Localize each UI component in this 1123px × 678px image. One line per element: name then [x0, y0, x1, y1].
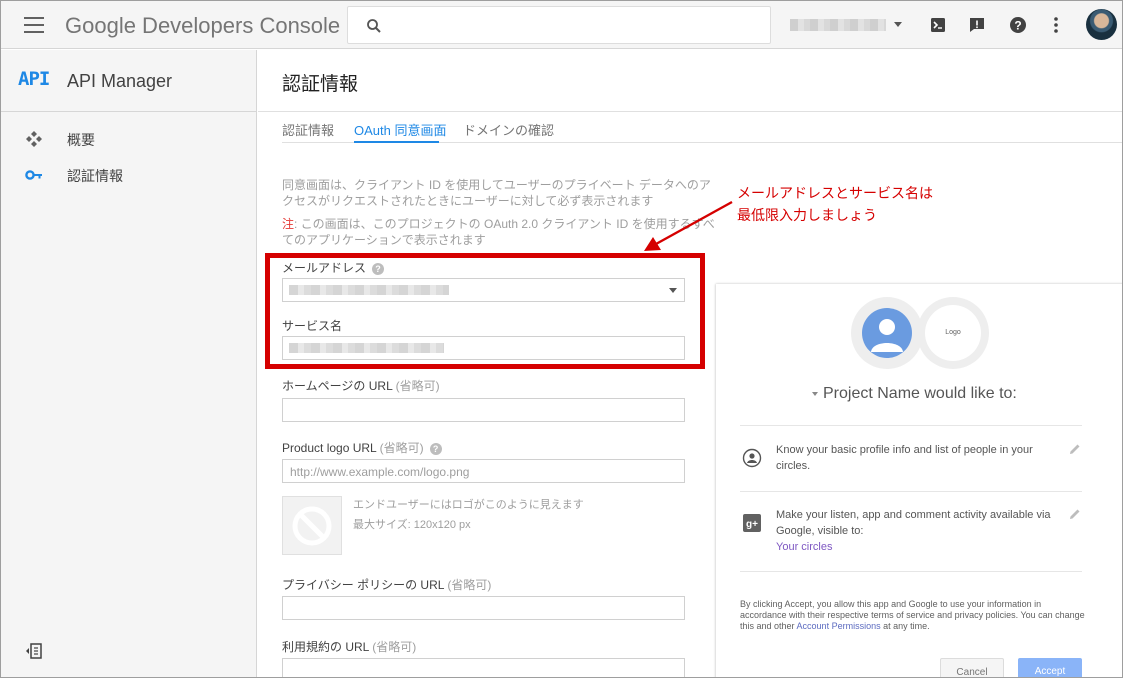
edit-icon[interactable]	[1068, 507, 1082, 521]
permission-text: Make your listen, app and comment activi…	[776, 507, 1056, 555]
consent-title: Project Name would like to:	[812, 385, 1017, 403]
app-window: Google Developers Console ? API API Mana…	[0, 0, 1123, 678]
user-avatar-circle	[851, 297, 923, 369]
your-circles-link[interactable]: Your circles	[776, 541, 832, 553]
app-logo-circle: Logo	[917, 297, 989, 369]
account-permissions-link[interactable]: Account Permissions	[797, 621, 881, 631]
svg-text:g+: g+	[746, 519, 758, 530]
divider	[740, 571, 1082, 572]
annotation-callout: メールアドレスとサービス名は 最低限入力しましょう	[737, 182, 933, 226]
consent-title-text: Project Name would like to:	[823, 385, 1017, 402]
callout-line: メールアドレスとサービス名は	[737, 185, 933, 201]
cancel-button[interactable]: Cancel	[940, 658, 1004, 677]
google-plus-icon: g+	[743, 514, 761, 532]
profile-icon	[742, 448, 762, 468]
accept-button[interactable]: Accept	[1018, 658, 1082, 677]
disclaimer-text-end: at any time.	[880, 621, 930, 631]
consent-disclaimer: By clicking Accept, you allow this app a…	[740, 599, 1088, 632]
edit-icon[interactable]	[1068, 442, 1082, 456]
permission-text: Know your basic profile info and list of…	[776, 444, 1033, 472]
divider	[740, 491, 1082, 492]
divider	[740, 425, 1082, 426]
logo-placeholder-text: Logo	[925, 305, 981, 361]
callout-line: 最低限入力しましょう	[737, 207, 877, 223]
permission-text-body: Make your listen, app and comment activi…	[776, 509, 1051, 537]
chevron-down-icon	[812, 391, 818, 396]
user-icon	[871, 319, 903, 352]
consent-preview-card: Logo Project Name would like to: Know yo…	[716, 284, 1122, 677]
